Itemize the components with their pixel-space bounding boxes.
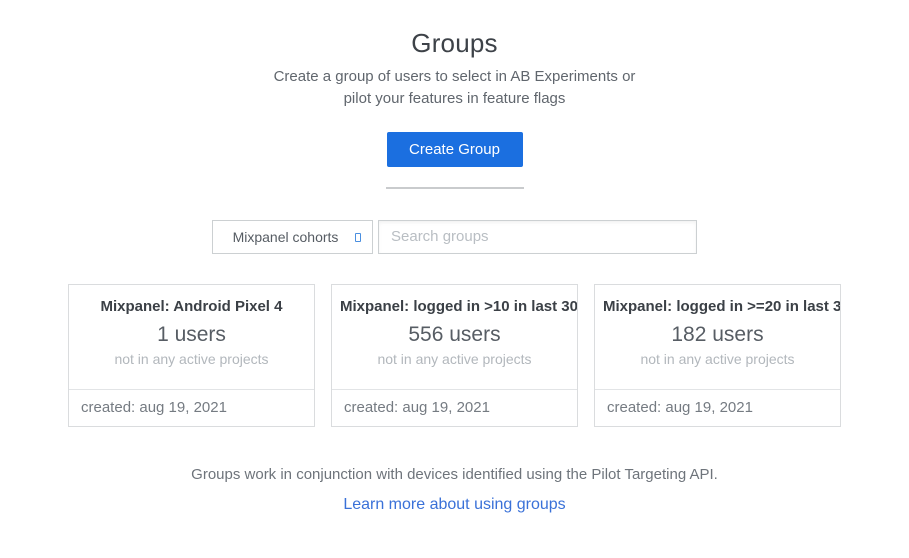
- group-card[interactable]: Mixpanel: logged in >=20 in last 30... 1…: [594, 284, 841, 427]
- footer-info-text: Groups work in conjunction with devices …: [0, 466, 909, 483]
- group-card-status: not in any active projects: [69, 351, 314, 367]
- cohort-source-dropdown[interactable]: Mixpanel cohorts: [212, 220, 373, 254]
- page-subtitle: Create a group of users to select in AB …: [0, 66, 909, 110]
- page-title: Groups: [0, 0, 909, 59]
- group-card-created: created: aug 19, 2021: [344, 399, 490, 416]
- group-card-created: created: aug 19, 2021: [607, 399, 753, 416]
- group-card-footer: created: aug 19, 2021: [332, 389, 577, 426]
- group-card-user-count: 1 users: [69, 323, 314, 347]
- cohort-dropdown-value: Mixpanel cohorts: [233, 229, 339, 245]
- create-group-button[interactable]: Create Group: [387, 132, 523, 167]
- group-cards-row: Mixpanel: Android Pixel 4 1 users not in…: [0, 284, 909, 427]
- group-card-title: Mixpanel: logged in >10 in last 30 ...: [332, 298, 577, 315]
- group-card[interactable]: Mixpanel: Android Pixel 4 1 users not in…: [68, 284, 315, 427]
- groups-page: Groups Create a group of users to select…: [0, 0, 909, 558]
- dropdown-indicator-icon: [355, 233, 361, 242]
- group-card-status: not in any active projects: [332, 351, 577, 367]
- search-groups-input[interactable]: [378, 220, 697, 254]
- filter-controls: Mixpanel cohorts: [0, 220, 909, 254]
- group-card-footer: created: aug 19, 2021: [595, 389, 840, 426]
- section-divider: [386, 187, 524, 189]
- group-card-created: created: aug 19, 2021: [81, 399, 227, 416]
- group-card-user-count: 556 users: [332, 323, 577, 347]
- group-card-title: Mixpanel: logged in >=20 in last 30...: [595, 298, 840, 315]
- group-card-status: not in any active projects: [595, 351, 840, 367]
- group-card-user-count: 182 users: [595, 323, 840, 347]
- learn-more-link[interactable]: Learn more about using groups: [0, 496, 909, 514]
- group-card[interactable]: Mixpanel: logged in >10 in last 30 ... 5…: [331, 284, 578, 427]
- group-card-title: Mixpanel: Android Pixel 4: [69, 298, 314, 315]
- group-card-footer: created: aug 19, 2021: [69, 389, 314, 426]
